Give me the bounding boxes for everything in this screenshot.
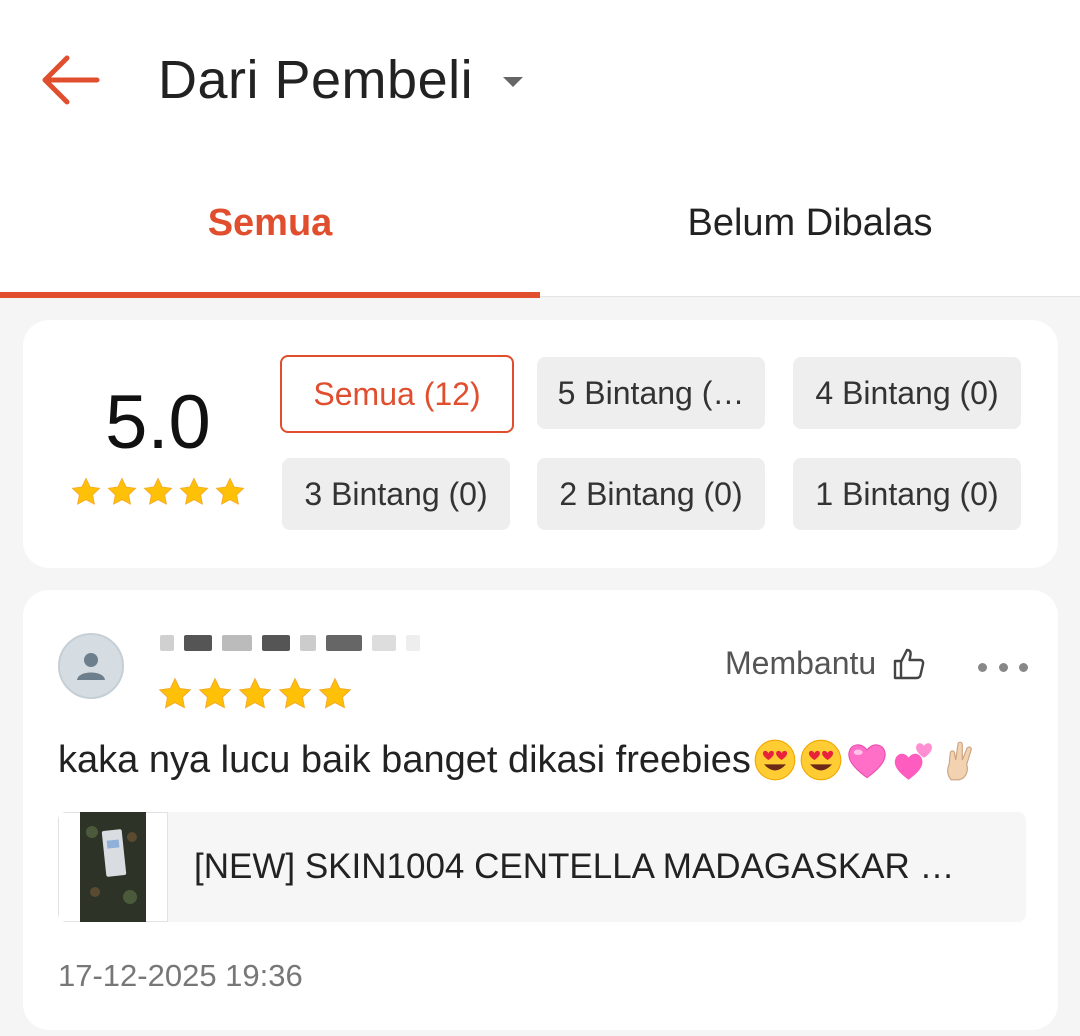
- star-icon: [158, 677, 192, 709]
- filter-1-bintang[interactable]: 1 Bintang (0): [793, 458, 1021, 530]
- product-name: [NEW] SKIN1004 CENTELLA MADAGASKAR …: [194, 847, 955, 886]
- review-text: kaka nya lucu baik banget dikasi freebie…: [58, 738, 751, 781]
- score-block: 5.0: [63, 380, 253, 508]
- filter-5-bintang[interactable]: 5 Bintang (…: [537, 357, 765, 429]
- redacted-block: [300, 635, 316, 651]
- star-icon: [238, 677, 272, 709]
- page-title: Dari Pembeli: [158, 50, 474, 110]
- rating-summary-card: 5.0 Semua (12) 5 Bintang (… 4 Bintang (0…: [23, 320, 1058, 568]
- review-card: Membantu kaka nya lucu baik banget dikas…: [23, 590, 1058, 1030]
- avatar[interactable]: [58, 633, 124, 699]
- title-dropdown[interactable]: Dari Pembeli: [158, 40, 524, 120]
- average-score: 5.0: [105, 380, 211, 465]
- star-icon: [179, 477, 209, 505]
- redacted-block: [406, 635, 420, 651]
- heart-eyes-emoji: [800, 739, 842, 781]
- star-icon: [107, 477, 137, 505]
- redacted-block: [222, 635, 252, 651]
- tab-belum-dibalas[interactable]: Belum Dibalas: [540, 160, 1080, 297]
- filter-semua[interactable]: Semua (12): [280, 355, 514, 433]
- heart-eyes-emoji: [754, 739, 796, 781]
- star-icon: [198, 677, 232, 709]
- app-header: Dari Pembeli: [0, 0, 1080, 160]
- star-icon: [143, 477, 173, 505]
- helpful-label: Membantu: [725, 645, 877, 681]
- crossed-fingers-emoji: [946, 741, 972, 781]
- back-button[interactable]: [30, 40, 110, 120]
- filter-4-bintang[interactable]: 4 Bintang (0): [793, 357, 1021, 429]
- two-hearts-emoji: [894, 743, 932, 780]
- review-text-line: kaka nya lucu baik banget dikasi freebie…: [58, 738, 981, 782]
- star-icon: [71, 477, 101, 505]
- review-stars: [157, 676, 353, 712]
- tab-semua[interactable]: Semua: [0, 160, 540, 298]
- thumbs-up-icon: [893, 648, 925, 679]
- username-redacted: [160, 630, 440, 656]
- review-timestamp: 17-12-2025 19:36: [58, 958, 303, 993]
- caret-down-icon: [503, 77, 524, 87]
- dot: [1019, 662, 1028, 672]
- helpful-button[interactable]: Membantu: [725, 645, 926, 682]
- star-icon: [215, 477, 245, 505]
- product-thumbnail: [58, 812, 168, 922]
- product-link[interactable]: [NEW] SKIN1004 CENTELLA MADAGASKAR …: [58, 812, 1026, 922]
- star-icon: [318, 677, 352, 709]
- dot: [998, 662, 1008, 672]
- dot: [978, 662, 987, 672]
- pink-heart-emoji: [848, 744, 886, 779]
- redacted-block: [326, 635, 362, 651]
- filter-2-bintang[interactable]: 2 Bintang (0): [537, 458, 765, 530]
- arrow-left-icon: [42, 55, 100, 105]
- review-tabs: Semua Belum Dibalas: [0, 160, 1080, 298]
- filter-3-bintang[interactable]: 3 Bintang (0): [282, 458, 510, 530]
- more-horizontal-icon[interactable]: [978, 652, 1028, 682]
- average-stars: [63, 476, 253, 508]
- user-icon: [77, 653, 105, 680]
- star-icon: [278, 677, 312, 709]
- redacted-block: [184, 635, 212, 651]
- product-image: [80, 812, 146, 922]
- redacted-block: [372, 635, 396, 651]
- redacted-block: [262, 635, 290, 651]
- redacted-block: [160, 635, 174, 651]
